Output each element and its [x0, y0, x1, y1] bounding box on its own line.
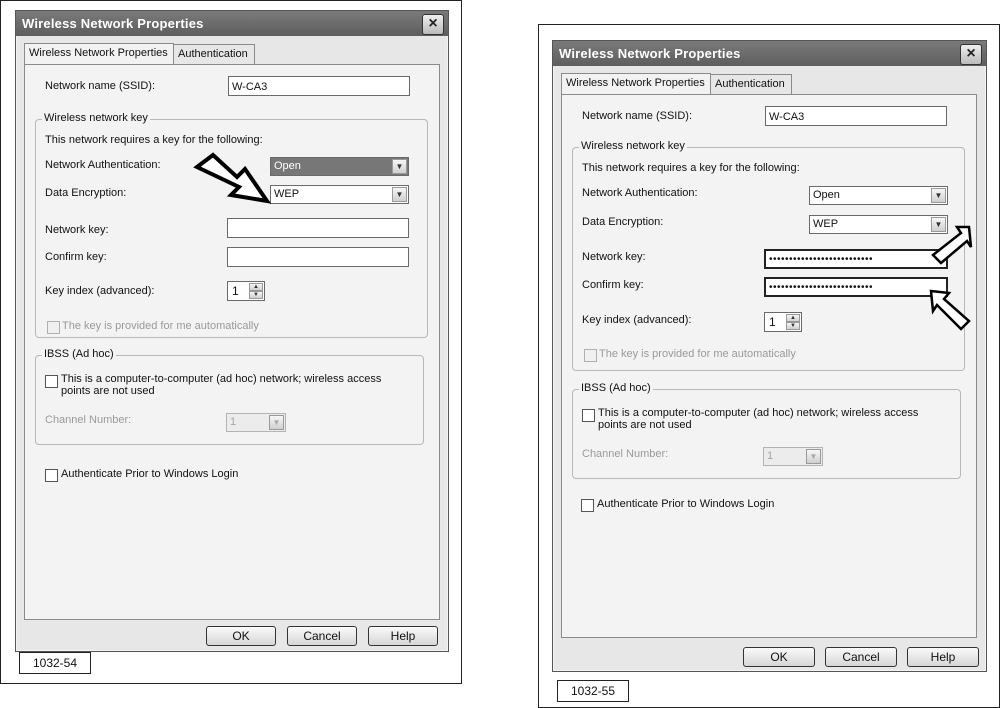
chevron-down-icon[interactable]: ▼ — [392, 159, 407, 174]
ibss-group: IBSS (Ad hoc) This is a computer-to-comp… — [35, 348, 424, 445]
spin-down-icon[interactable]: ▼ — [786, 322, 800, 330]
network-key-input[interactable] — [227, 218, 409, 238]
close-icon[interactable]: × — [422, 14, 444, 35]
network-authentication-value: Open — [813, 189, 840, 201]
authenticate-prior-checkbox[interactable] — [581, 499, 594, 512]
tab-authentication[interactable]: Authentication — [173, 44, 255, 64]
auto-key-checkbox[interactable] — [47, 321, 60, 334]
ssid-input[interactable]: W-CA3 — [765, 106, 947, 126]
figure-label: 1032-54 — [19, 652, 91, 674]
outline-arrow-icon — [929, 289, 971, 331]
ok-button[interactable]: OK — [743, 647, 815, 667]
wireless-properties-dialog: Wireless Network Properties × Wireless N… — [15, 10, 449, 652]
adhoc-checkbox[interactable] — [45, 375, 58, 388]
confirm-key-label: Confirm key: — [582, 279, 644, 291]
chevron-down-icon[interactable]: ▼ — [269, 415, 284, 430]
data-encryption-select[interactable]: WEP ▼ — [270, 185, 409, 204]
tab-wireless-network-properties[interactable]: Wireless Network Properties — [24, 43, 174, 64]
channel-number-label: Channel Number: — [582, 448, 669, 460]
key-intro-text: This network requires a key for the foll… — [45, 134, 263, 146]
ibss-group: IBSS (Ad hoc) This is a computer-to-comp… — [572, 382, 961, 479]
network-key-input[interactable]: •••••••••••••••••••••••••• — [764, 249, 948, 269]
ok-button[interactable]: OK — [206, 626, 276, 646]
network-authentication-value: Open — [274, 160, 301, 172]
ibss-group-title: IBSS (Ad hoc) — [579, 382, 653, 394]
spin-up-icon[interactable]: ▲ — [249, 283, 263, 291]
channel-number-label: Channel Number: — [45, 414, 132, 426]
cancel-button[interactable]: Cancel — [287, 626, 357, 646]
wireless-properties-dialog: Wireless Network Properties × Wireless N… — [552, 40, 987, 672]
help-button[interactable]: Help — [907, 647, 979, 667]
adhoc-label: This is a computer-to-computer (ad hoc) … — [598, 407, 919, 431]
channel-number-select[interactable]: 1 ▼ — [226, 413, 286, 432]
authenticate-prior-label: Authenticate Prior to Windows Login — [597, 498, 775, 510]
outline-arrow-icon — [193, 152, 272, 204]
tab-panel: Network name (SSID): W-CA3 Wireless netw… — [24, 64, 440, 620]
auto-key-label: The key is provided for me automatically — [62, 320, 259, 332]
network-authentication-label: Network Authentication: — [45, 159, 161, 171]
adhoc-checkbox[interactable] — [582, 409, 595, 422]
confirm-key-input[interactable] — [227, 247, 409, 267]
help-button[interactable]: Help — [368, 626, 438, 646]
key-index-value: 1 — [769, 315, 776, 329]
auto-key-label: The key is provided for me automatically — [599, 348, 796, 360]
key-index-value: 1 — [232, 284, 239, 298]
outline-arrow-icon — [931, 225, 973, 265]
spin-up-icon[interactable]: ▲ — [786, 314, 800, 322]
network-authentication-select[interactable]: Open ▼ — [270, 157, 409, 176]
wireless-key-group-title: Wireless network key — [579, 140, 687, 152]
dialog-title: Wireless Network Properties — [16, 11, 448, 36]
network-authentication-select[interactable]: Open ▼ — [809, 186, 948, 205]
ssid-label: Network name (SSID): — [582, 110, 693, 122]
chevron-down-icon[interactable]: ▼ — [392, 187, 407, 202]
key-index-label: Key index (advanced): — [582, 314, 692, 326]
tab-wireless-network-properties[interactable]: Wireless Network Properties — [561, 73, 711, 94]
ssid-input[interactable]: W-CA3 — [228, 76, 410, 96]
wireless-key-group-title: Wireless network key — [42, 112, 150, 124]
key-index-stepper[interactable]: 1 ▲ ▼ — [227, 281, 265, 301]
figure-1032-54: Wireless Network Properties × Wireless N… — [0, 0, 462, 684]
data-encryption-value: WEP — [274, 188, 300, 200]
ibss-group-title: IBSS (Ad hoc) — [42, 348, 116, 360]
adhoc-label: This is a computer-to-computer (ad hoc) … — [61, 373, 382, 397]
ssid-label: Network name (SSID): — [45, 80, 156, 92]
dialog-title: Wireless Network Properties — [553, 41, 986, 66]
figure-1032-55: Wireless Network Properties × Wireless N… — [538, 24, 1000, 708]
channel-number-value: 1 — [767, 450, 774, 462]
network-key-label: Network key: — [582, 251, 646, 263]
figure-label: 1032-55 — [557, 680, 629, 702]
network-authentication-label: Network Authentication: — [582, 187, 698, 199]
tab-panel: Network name (SSID): W-CA3 Wireless netw… — [561, 94, 977, 638]
channel-number-select[interactable]: 1 ▼ — [763, 447, 823, 466]
key-index-stepper[interactable]: 1 ▲ ▼ — [764, 312, 802, 332]
spin-down-icon[interactable]: ▼ — [249, 291, 263, 299]
chevron-down-icon[interactable]: ▼ — [931, 188, 946, 203]
wireless-key-group: Wireless network key This network requir… — [572, 140, 965, 371]
tab-authentication[interactable]: Authentication — [710, 74, 792, 94]
confirm-key-input[interactable]: •••••••••••••••••••••••••• — [764, 277, 948, 297]
chevron-down-icon[interactable]: ▼ — [806, 449, 821, 464]
authenticate-prior-label: Authenticate Prior to Windows Login — [61, 468, 239, 480]
authenticate-prior-checkbox[interactable] — [45, 469, 58, 482]
key-intro-text: This network requires a key for the foll… — [582, 162, 800, 174]
network-key-label: Network key: — [45, 224, 109, 236]
data-encryption-label: Data Encryption: — [45, 187, 127, 199]
auto-key-checkbox[interactable] — [584, 349, 597, 362]
data-encryption-value: WEP — [813, 218, 839, 230]
data-encryption-label: Data Encryption: — [582, 216, 664, 228]
confirm-key-label: Confirm key: — [45, 251, 107, 263]
close-icon[interactable]: × — [960, 44, 982, 65]
channel-number-value: 1 — [230, 416, 237, 428]
key-index-label: Key index (advanced): — [45, 285, 155, 297]
cancel-button[interactable]: Cancel — [825, 647, 897, 667]
